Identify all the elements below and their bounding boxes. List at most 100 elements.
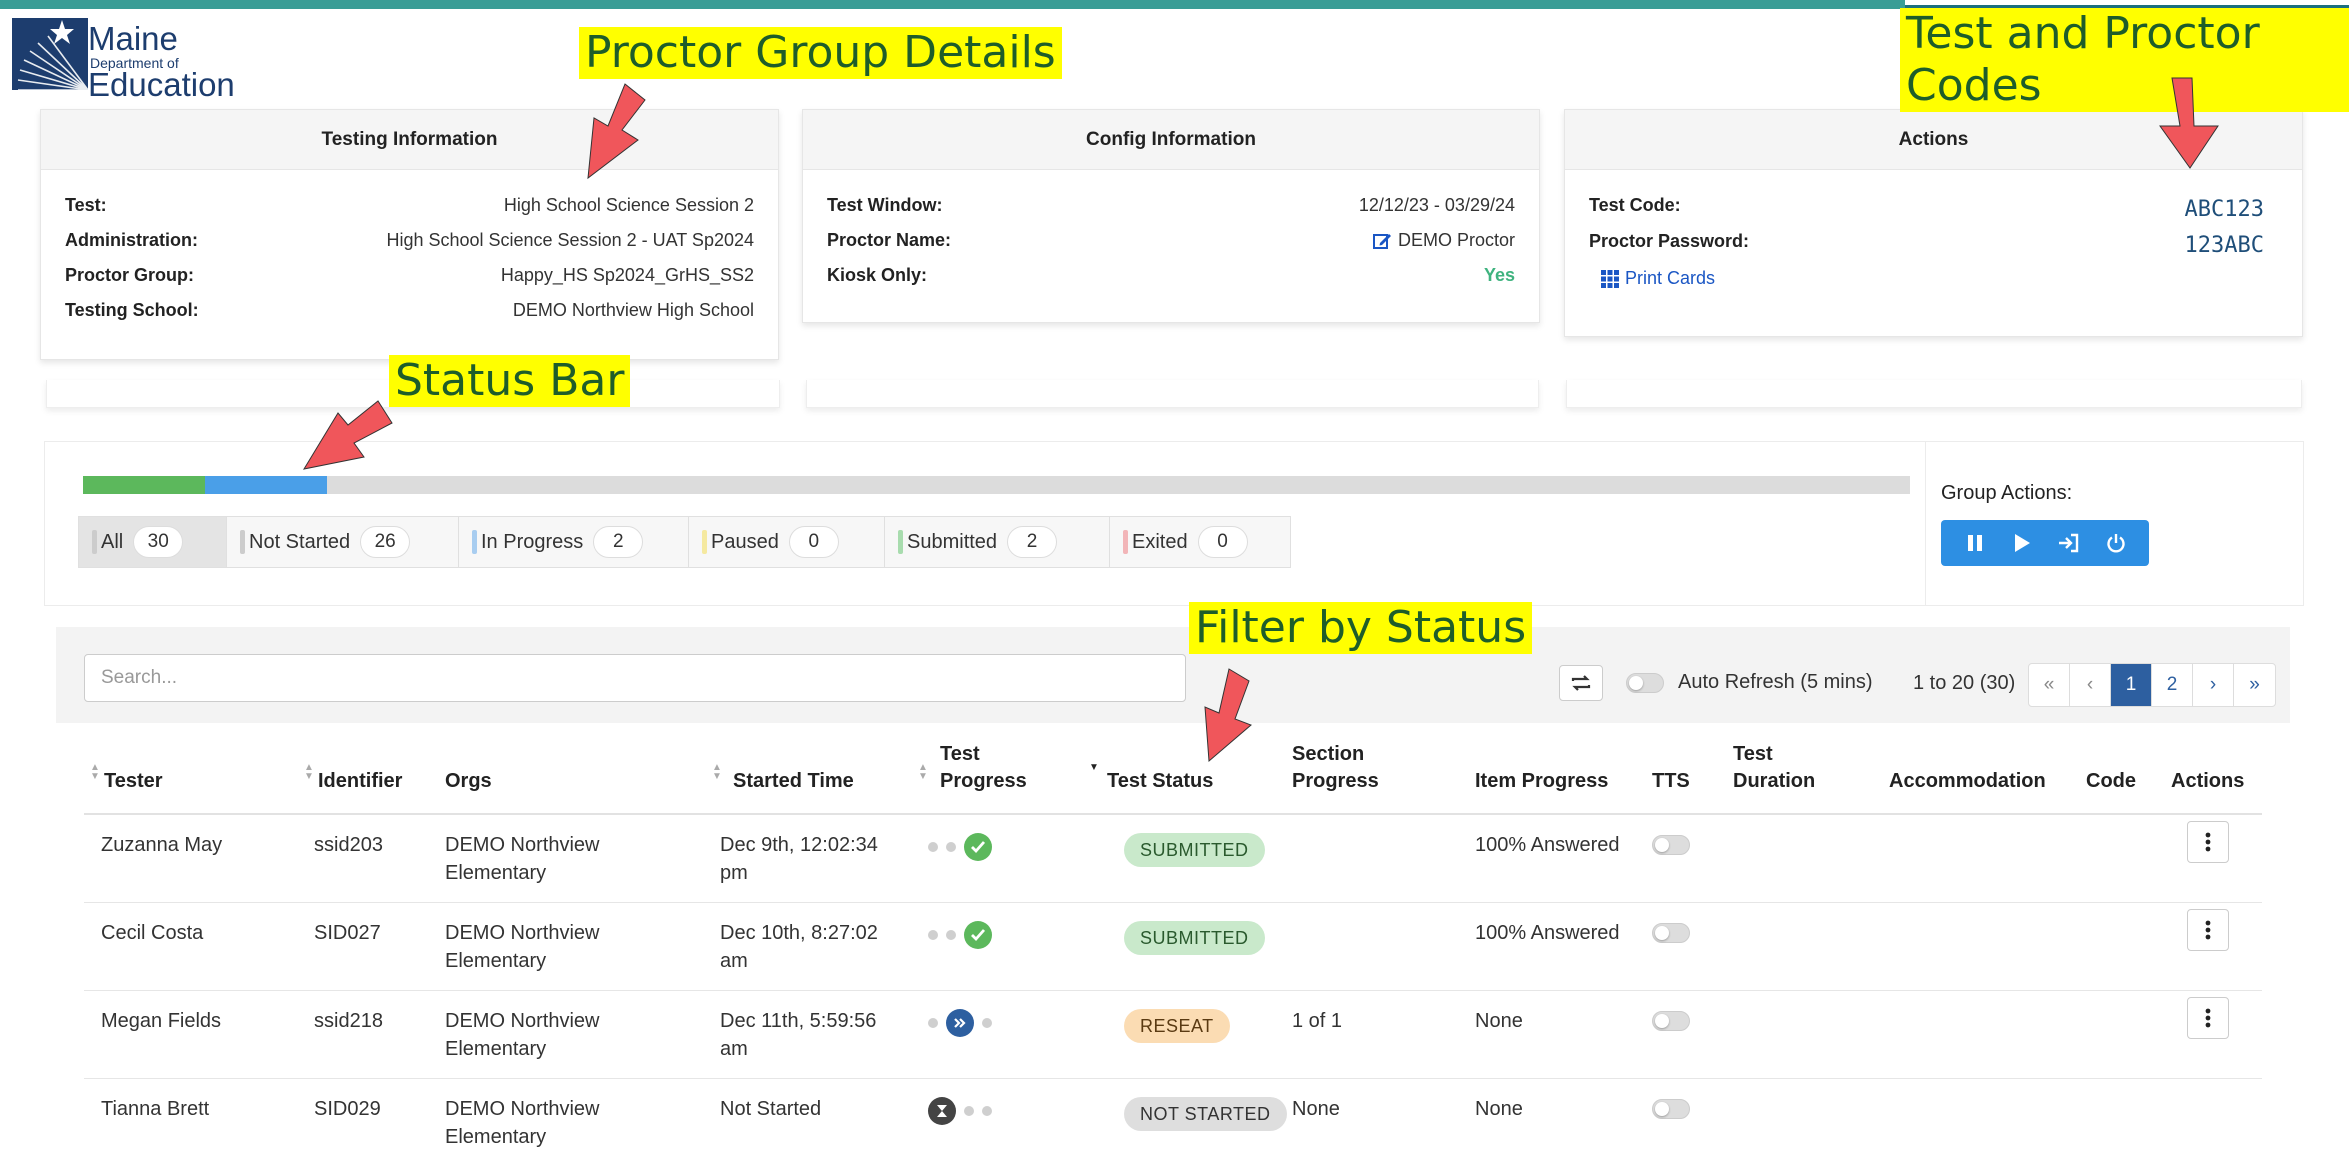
tts-switch[interactable]	[1652, 1011, 1690, 1031]
column-started-time[interactable]: Started Time	[733, 768, 854, 795]
progress-dot	[946, 842, 956, 852]
search-input[interactable]	[84, 654, 1186, 702]
cell-text: pm	[720, 862, 748, 884]
column-label: Progress	[1292, 770, 1379, 792]
power-icon	[2106, 534, 2125, 553]
panel-divider	[1925, 442, 1926, 605]
arrow-icon	[1204, 668, 1252, 763]
info-value: DEMO Northview High School	[512, 300, 754, 320]
arrow-icon	[302, 400, 393, 470]
column-orgs: Orgs	[445, 770, 492, 792]
status-color-bar	[92, 530, 97, 554]
check-circle-icon	[964, 833, 992, 861]
page-1-button[interactable]: 1	[2111, 664, 2152, 706]
row-actions-button[interactable]	[2187, 909, 2229, 951]
row-actions-button[interactable]	[2187, 821, 2229, 863]
sort-icon[interactable]: ▲ ▼	[90, 763, 100, 782]
cell-text: Elementary	[445, 1126, 547, 1148]
cell-section-progress: 1 of 1	[1292, 1010, 1343, 1032]
status-badge: NOT STARTED	[1124, 1097, 1287, 1131]
kiosk-value: Yes	[1483, 265, 1515, 285]
filter-all[interactable]: All 30	[79, 517, 227, 567]
column-code: Code	[2086, 770, 2136, 792]
next-page-button[interactable]: ›	[2193, 664, 2234, 706]
cell-text: Dec 11th, 5:59:56	[720, 1010, 877, 1032]
column-test-progress[interactable]: Test Progress	[940, 741, 1027, 795]
table-row[interactable]: Zuzanna May ssid203 DEMO Northview Elemen…	[84, 815, 2262, 903]
refresh-button[interactable]	[1559, 665, 1603, 701]
tts-switch[interactable]	[1652, 835, 1690, 855]
cell-text: DEMO Northview	[445, 834, 600, 856]
testing-information-card: Testing Information Test: High School Sc…	[40, 109, 779, 360]
column-test-status[interactable]: Test Status	[1107, 768, 1213, 795]
progress-dot	[946, 930, 956, 940]
filter-label: Paused	[711, 530, 779, 553]
edit-proctor-name-link[interactable]: DEMO Proctor	[1372, 230, 1515, 251]
column-identifier[interactable]: Identifier	[318, 768, 402, 795]
status-color-bar	[1123, 530, 1128, 554]
auto-refresh-label: Auto Refresh (5 mins)	[1678, 671, 1873, 693]
tts-toggle[interactable]	[1652, 1011, 1690, 1039]
proctor-password-value: 123ABC	[2184, 233, 2264, 258]
column-label: Section	[1292, 743, 1365, 765]
progress-dot	[982, 1018, 992, 1028]
proctor-password-label: Proctor Password:	[1589, 231, 1750, 251]
column-tester[interactable]: Tester	[104, 768, 163, 795]
table-row[interactable]: Tianna Brett SID029 DEMO Northview Elemen…	[84, 1079, 2262, 1153]
group-pause-button[interactable]	[1955, 523, 1995, 563]
filter-submitted[interactable]: Submitted 2	[885, 517, 1110, 567]
filter-label: Submitted	[907, 530, 998, 553]
progress-dot	[982, 1106, 992, 1116]
auto-refresh-switch[interactable]	[1626, 672, 1664, 693]
pagination: « ‹ 1 2 › »	[2028, 663, 2276, 707]
tts-toggle[interactable]	[1652, 1099, 1690, 1127]
filter-count: 30	[133, 526, 184, 558]
cell-text: DEMO Northview	[445, 1010, 600, 1032]
cell-identifier: ssid218	[314, 1010, 383, 1032]
cell-tester: Megan Fields	[101, 1010, 222, 1032]
play-icon	[2014, 534, 2030, 552]
page-2-button[interactable]: 2	[2152, 664, 2193, 706]
config-information-title: Config Information	[803, 110, 1539, 170]
sort-icon[interactable]: ▲ ▼	[918, 763, 928, 782]
callout-test-proctor-codes: Test and Proctor Codes	[1900, 8, 2349, 112]
sort-icon[interactable]: ▲ ▼	[712, 763, 722, 782]
logo-text-maine: Maine	[88, 20, 178, 57]
print-cards-link[interactable]: Print Cards	[1601, 268, 2278, 298]
status-color-bar	[240, 530, 245, 554]
sort-desc-icon[interactable]: ▼	[1089, 763, 1099, 773]
filter-count: 26	[360, 526, 411, 558]
tts-toggle[interactable]	[1652, 835, 1690, 863]
status-badge: SUBMITTED	[1124, 921, 1265, 955]
last-page-button[interactable]: »	[2234, 664, 2275, 706]
group-sign-in-button[interactable]	[2049, 523, 2089, 563]
cell-text: am	[720, 1038, 748, 1060]
filter-exited[interactable]: Exited 0	[1110, 517, 1290, 567]
config-label: Test Window:	[827, 195, 943, 215]
filter-not-started[interactable]: Not Started 26	[227, 517, 459, 567]
tts-switch[interactable]	[1652, 923, 1690, 943]
print-cards-label: Print Cards	[1625, 268, 1716, 288]
table-row[interactable]: Megan Fields ssid218 DEMO Northview Eleme…	[84, 991, 2262, 1079]
group-power-button[interactable]	[2096, 523, 2136, 563]
cell-text: Elementary	[445, 1038, 547, 1060]
test-progress-indicator	[928, 1097, 1000, 1125]
test-progress-indicator	[928, 921, 1000, 949]
column-test-duration: Test Duration	[1733, 741, 1815, 795]
tts-toggle[interactable]	[1652, 923, 1690, 951]
pause-icon	[1967, 535, 1982, 551]
table-row[interactable]: Cecil Costa SID027 DEMO Northview Element…	[84, 903, 2262, 991]
sort-icon[interactable]: ▲ ▼	[304, 763, 314, 782]
group-play-button[interactable]	[2002, 523, 2042, 563]
first-page-button[interactable]: «	[2029, 664, 2070, 706]
row-actions-button[interactable]	[2187, 997, 2229, 1039]
proctor-name-value: DEMO Proctor	[1397, 230, 1515, 250]
auto-refresh-toggle[interactable]: Auto Refresh (5 mins)	[1626, 671, 1873, 694]
cell-orgs: DEMO Northview Elementary	[445, 1095, 599, 1151]
filter-paused[interactable]: Paused 0	[689, 517, 885, 567]
group-actions-label: Group Actions:	[1941, 482, 2073, 504]
cell-tester: Zuzanna May	[101, 834, 223, 856]
tts-switch[interactable]	[1652, 1099, 1690, 1119]
previous-page-button[interactable]: ‹	[2070, 664, 2111, 706]
filter-in-progress[interactable]: In Progress 2	[459, 517, 689, 567]
